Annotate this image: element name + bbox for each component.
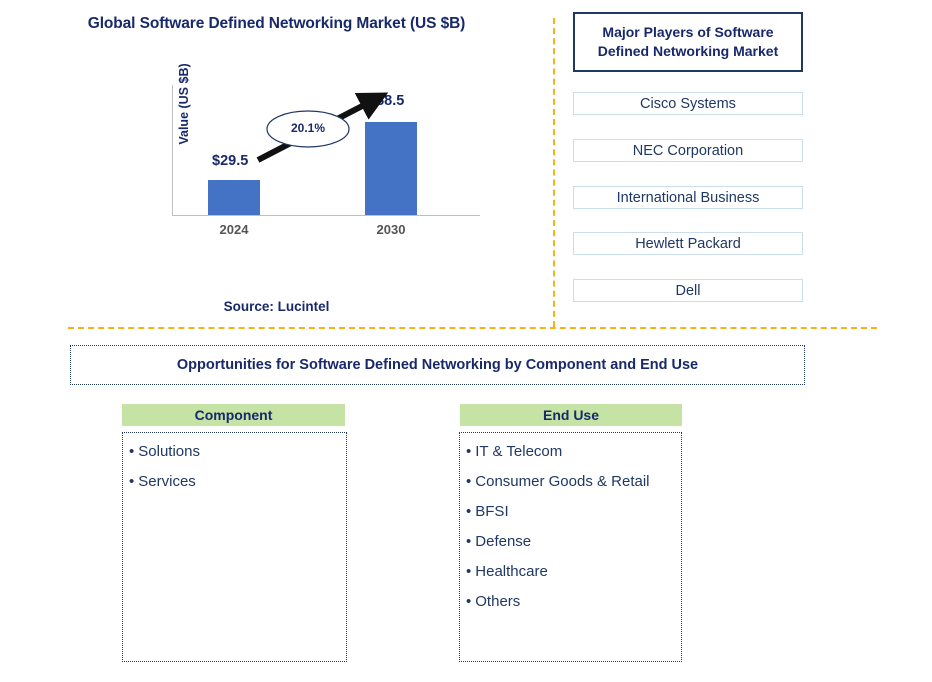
component-item-label: Services [138,473,196,490]
y-axis-line [172,85,173,215]
component-column-header: Component [122,404,345,426]
component-list-item: • Solutions [129,442,317,462]
enduse-list-item: • Healthcare [466,562,654,582]
x-axis-line [172,215,480,216]
enduse-list-item: • Consumer Goods & Retail [466,472,654,492]
bar-2030 [365,122,417,215]
major-players-header: Major Players of Software Defined Networ… [573,12,803,72]
component-column-body: • Solutions • Services [122,432,347,662]
cagr-value-label: 20.1% [290,121,326,135]
player-item-2: NEC Corporation [573,139,803,162]
bar-value-2024: $29.5 [212,153,249,169]
enduse-item-label: IT & Telecom [475,443,563,460]
component-item-label: Solutions [138,443,200,460]
enduse-list-item: • BFSI [466,502,654,522]
bar-chart-plot-area: Value (US $B) $29.5 $88.5 2024 2030 20.1… [150,63,480,237]
source-label: Source: Lucintel [223,299,330,314]
enduse-item-label: Consumer Goods & Retail [475,473,650,490]
enduse-item-label: Others [475,593,521,610]
enduse-item-label: Defense [475,533,532,550]
component-list-item: • Services [129,472,317,492]
vertical-divider [553,18,555,327]
y-axis-label: Value (US $B) [177,63,191,145]
enduse-item-label: BFSI [475,503,509,520]
horizontal-divider [68,327,877,329]
player-item-3: International Business [573,186,803,209]
enduse-item-label: Healthcare [475,563,548,580]
bar-2024 [208,180,260,215]
bullet-dot-icon: • [466,473,472,490]
enduse-list-item: • Defense [466,532,654,552]
bullet-dot-icon: • [466,503,472,520]
player-item-1: Cisco Systems [573,92,803,115]
chart-title: Global Software Defined Networking Marke… [87,15,466,32]
bar-value-2030: $88.5 [368,93,405,109]
opportunities-title: Opportunities for Software Defined Netwo… [176,357,699,373]
opportunities-banner: Opportunities for Software Defined Netwo… [70,345,805,385]
cagr-growth-arrow [256,92,389,163]
bullet-dot-icon: • [466,563,472,580]
market-chart-panel: Global Software Defined Networking Marke… [0,0,553,327]
x-tick-2024: 2024 [219,222,249,237]
x-tick-2030: 2030 [376,222,406,237]
major-players-panel: Major Players of Software Defined Networ… [573,0,813,327]
enduse-column-header: End Use [460,404,682,426]
player-item-4: Hewlett Packard [573,232,803,255]
bullet-dot-icon: • [129,473,135,490]
enduse-list-item: • IT & Telecom [466,442,654,462]
bullet-dot-icon: • [466,443,472,460]
bullet-dot-icon: • [466,533,472,550]
enduse-column-body: • IT & Telecom • Consumer Goods & Retail •… [459,432,682,662]
player-item-5: Dell [573,279,803,302]
major-players-header-text: Major Players of Software Defined Networ… [597,24,779,59]
bullet-dot-icon: • [466,593,472,610]
bullet-dot-icon: • [129,443,135,460]
enduse-list-item: • Others [466,592,654,612]
